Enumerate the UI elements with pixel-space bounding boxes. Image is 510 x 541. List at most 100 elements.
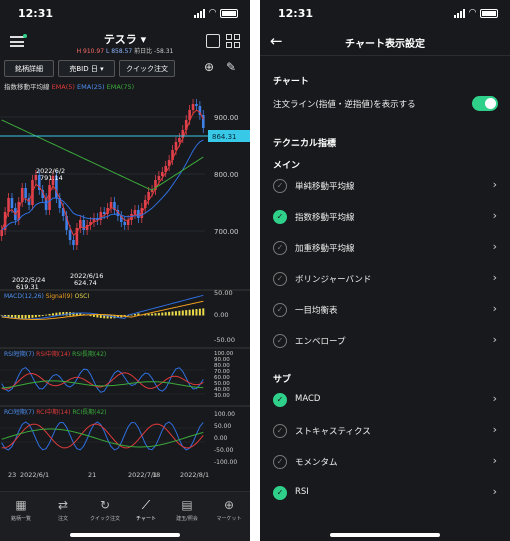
indicator-row[interactable]: ✓ モメンタム › xyxy=(260,447,510,478)
candle-body xyxy=(123,222,127,225)
chevron-right-icon[interactable]: › xyxy=(493,485,497,498)
rsi-mid-line xyxy=(1,372,204,390)
chevron-right-icon[interactable]: › xyxy=(493,302,497,315)
unchecked-circle-icon[interactable]: ✓ xyxy=(273,424,287,438)
indicator-row[interactable]: ✓ RSI › xyxy=(260,478,510,509)
macd-label: -50.00 xyxy=(214,336,235,344)
candle-body xyxy=(10,198,14,208)
indicator-settings-icon[interactable]: ⊕ xyxy=(204,60,214,74)
chevron-right-icon[interactable]: › xyxy=(493,240,497,253)
osci-legend: OSCI xyxy=(75,293,90,300)
unchecked-circle-icon[interactable]: ✓ xyxy=(273,241,287,255)
tab-chart[interactable]: ⟋ チャート xyxy=(125,498,167,522)
osci-bar xyxy=(99,315,102,318)
price-change: 前日比 -58.31 xyxy=(134,48,174,55)
x-axis-label: 2022/6/1 xyxy=(20,471,49,479)
layout-grid-icon[interactable] xyxy=(226,34,240,48)
candle-body xyxy=(137,210,140,218)
checked-circle-icon[interactable]: ✓ xyxy=(273,486,287,500)
osci-bar xyxy=(174,311,177,316)
detail-button[interactable]: 銘柄詳細 xyxy=(4,60,54,77)
rotate-screen-icon[interactable] xyxy=(206,34,220,48)
chevron-right-icon[interactable]: › xyxy=(493,454,497,467)
refresh-icon: ↻ xyxy=(99,498,111,512)
indicator-row[interactable]: ✓ エンベロープ › xyxy=(260,326,510,357)
osci-bar xyxy=(147,313,150,316)
price-chart-svg[interactable]: 指数移動平均線 EMA(5) EMA(25) EMA(75) 864.31 90… xyxy=(0,80,250,484)
tab-quick-order[interactable]: ↻ クイック注文 xyxy=(84,498,126,522)
candle-body xyxy=(34,175,38,180)
indicator-row[interactable]: ✓ ボリンジャーバンド › xyxy=(260,264,510,295)
osci-bar xyxy=(51,313,54,316)
unchecked-circle-icon[interactable]: ✓ xyxy=(273,303,287,317)
signal-icon xyxy=(454,8,466,18)
indicator-row[interactable]: ✓ 単純移動平均線 › xyxy=(260,171,510,202)
svg-text:指数移動平均線 EMA(5) EMA(25) EMA(75): 指数移動平均線 EMA(5) EMA(25) EMA(75) xyxy=(4,82,134,91)
order-line-label: 注文ライン(指値・逆指値)を表示する xyxy=(273,100,416,110)
tab-label: クイック注文 xyxy=(89,516,120,522)
x-axis-label: 18 xyxy=(152,471,160,479)
tab-order[interactable]: ⇄ 注文 xyxy=(42,498,84,522)
globe-icon: ⊕ xyxy=(223,498,235,512)
chevron-right-icon[interactable]: › xyxy=(493,178,497,191)
price-label: 900.00 xyxy=(214,114,239,122)
indicator-label: 指数移動平均線 xyxy=(295,213,355,223)
rci-label: -50.00 xyxy=(214,447,234,454)
chart-area[interactable]: 指数移動平均線 EMA(5) EMA(25) EMA(75) 864.31 90… xyxy=(0,80,250,484)
section-chart: チャート xyxy=(273,77,309,87)
osci-bar xyxy=(55,312,58,316)
high-price: H 910.97 xyxy=(76,48,105,55)
indicator-label: RSI xyxy=(295,487,309,497)
osci-bar xyxy=(14,315,17,319)
draw-pencil-icon[interactable]: ✎ xyxy=(226,60,236,74)
battery-icon xyxy=(480,8,498,18)
ema-legend-title: 指数移動平均線 xyxy=(4,82,50,91)
chevron-right-icon[interactable]: › xyxy=(493,423,497,436)
indicator-row[interactable]: ✓ 加重移動平均線 › xyxy=(260,233,510,264)
wifi-icon: ◠ xyxy=(209,8,216,18)
tab-market[interactable]: ⊕ マーケット xyxy=(208,498,250,522)
unchecked-circle-icon[interactable]: ✓ xyxy=(273,272,287,286)
svg-text:MACD(12,26) Signal(9) OSCI: MACD(12,26) Signal(9) OSCI xyxy=(4,293,89,300)
chevron-right-icon[interactable]: › xyxy=(493,392,497,405)
candle-body xyxy=(174,142,178,150)
unchecked-circle-icon[interactable]: ✓ xyxy=(273,179,287,193)
rsi-mid-legend: RSI中期(14) xyxy=(36,350,70,358)
indicator-row[interactable]: ✓ ストキャスティクス › xyxy=(260,416,510,447)
indicator-row[interactable]: ✓ 一目均衡表 › xyxy=(260,295,510,326)
rci-mid-line xyxy=(1,423,204,449)
tab-stock-list[interactable]: ▦ 銘柄一覧 xyxy=(0,498,42,522)
tab-label: 建玉/照会 xyxy=(176,516,198,522)
rci-long-legend: RCI長期(42) xyxy=(72,408,106,416)
ema25-legend: EMA(25) xyxy=(77,83,105,91)
checked-circle-icon[interactable]: ✓ xyxy=(273,393,287,407)
rci-label: 50.00 xyxy=(214,423,231,430)
section-technical: テクニカル指標 xyxy=(273,139,337,149)
chevron-right-icon[interactable]: › xyxy=(493,271,497,284)
svg-text:RCI短期(7) RCI中期(14) RCI長期(42): RCI短期(7) RCI中期(14) RCI長期(42) xyxy=(4,408,107,416)
tab-label: チャート xyxy=(136,516,156,522)
tab-label: 銘柄一覧 xyxy=(10,516,31,522)
tab-label: マーケット xyxy=(216,516,242,522)
order-line-toggle[interactable] xyxy=(472,96,498,111)
current-price-text: 864.31 xyxy=(212,133,237,141)
tab-positions[interactable]: ▤ 建玉/照会 xyxy=(166,498,208,522)
indicator-row[interactable]: ✓ 指数移動平均線 › xyxy=(260,202,510,233)
candle-body xyxy=(48,185,51,210)
osci-bar xyxy=(157,312,160,316)
chevron-down-icon: ▾ xyxy=(100,64,104,73)
indicator-label: MACD xyxy=(295,394,321,404)
osci-bar xyxy=(161,312,164,316)
osci-bar xyxy=(48,313,51,316)
chevron-right-icon[interactable]: › xyxy=(493,209,497,222)
bid-period-button[interactable]: 売BID 日 ▾ xyxy=(58,60,115,77)
indicator-label: 加重移動平均線 xyxy=(295,244,355,254)
checked-circle-icon[interactable]: ✓ xyxy=(273,210,287,224)
rsi-short-line xyxy=(1,367,204,393)
chevron-right-icon[interactable]: › xyxy=(493,333,497,346)
quick-order-button[interactable]: クイック注文 xyxy=(119,60,175,77)
osci-bar xyxy=(45,314,48,316)
indicator-row[interactable]: ✓ MACD › xyxy=(260,385,510,416)
unchecked-circle-icon[interactable]: ✓ xyxy=(273,455,287,469)
unchecked-circle-icon[interactable]: ✓ xyxy=(273,334,287,348)
